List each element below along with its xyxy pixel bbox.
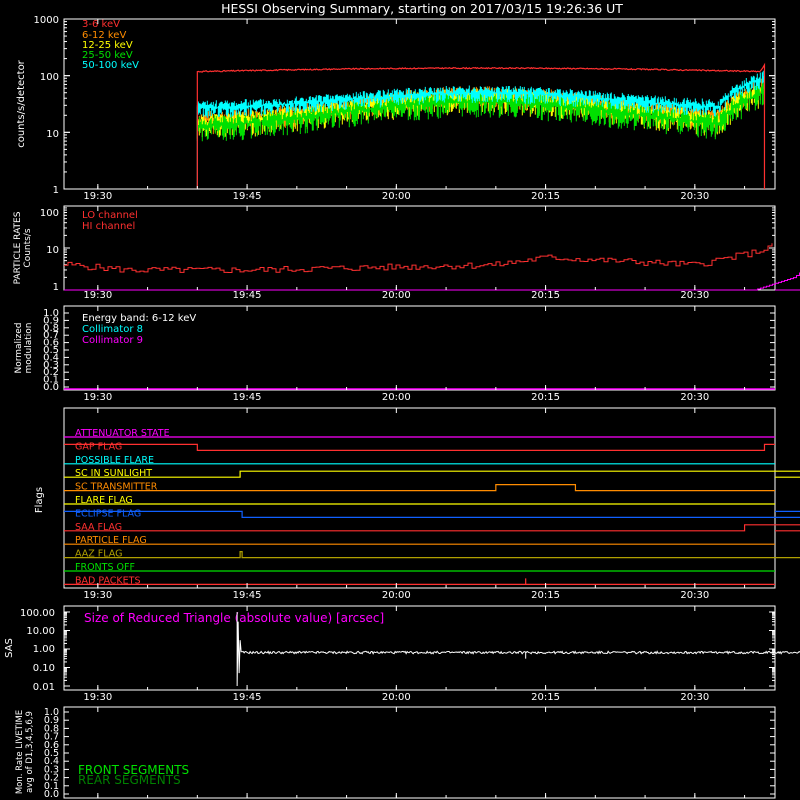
sas-ytick-10: 10.00 bbox=[26, 626, 55, 637]
time-tick-label: 19:30 bbox=[83, 392, 112, 403]
time-tick-label: 20:30 bbox=[680, 290, 709, 301]
particle-ytick-10: 10 bbox=[46, 245, 59, 256]
flag-label: SC IN SUNLIGHT bbox=[75, 468, 152, 479]
time-tick-label: 20:00 bbox=[382, 392, 411, 403]
time-tick-label: 19:30 bbox=[83, 191, 112, 202]
time-tick-label: 19:30 bbox=[83, 590, 112, 601]
modulation-ytick-label: 0.0 bbox=[43, 382, 59, 393]
counts-ytick-1000: 1000 bbox=[34, 15, 59, 26]
flag-label: SC TRANSMITTER bbox=[75, 482, 158, 493]
legend-collimator-9: Collimator 9 bbox=[82, 335, 143, 346]
livetime-ylabel-1: Mon. Rate LIVETIME bbox=[15, 710, 25, 794]
livetime-ylabel-2: avg of D1,3,4,5,6,9 bbox=[25, 711, 35, 793]
time-tick-label: 20:00 bbox=[382, 692, 411, 703]
flag-label: FRONTS OFF bbox=[75, 562, 135, 573]
particle-ytick-1: 1 bbox=[53, 282, 59, 293]
time-tick-label: 20:00 bbox=[382, 191, 411, 202]
counts-ytick-100: 100 bbox=[40, 72, 59, 83]
legend-hi-channel: HI channel bbox=[82, 221, 135, 232]
flag-label: AAZ FLAG bbox=[75, 549, 122, 560]
legend-rear-segments: REAR SEGMENTS bbox=[78, 773, 181, 787]
sas-ytick-1: 1.00 bbox=[33, 644, 55, 655]
legend-collimator-8: Collimator 8 bbox=[82, 324, 143, 335]
time-tick-label: 19:45 bbox=[233, 191, 262, 202]
chart-title: HESSI Observing Summary, starting on 201… bbox=[221, 1, 623, 16]
flag-label: POSSIBLE FLARE bbox=[75, 455, 154, 466]
time-tick-label: 20:30 bbox=[680, 692, 709, 703]
particle-ytick-100: 100 bbox=[40, 208, 59, 219]
time-tick-label: 20:15 bbox=[531, 290, 560, 301]
observing-summary-chart: HESSI Observing Summary, starting on 201… bbox=[0, 0, 800, 800]
time-tick-label: 20:15 bbox=[531, 692, 560, 703]
time-tick-label: 20:30 bbox=[680, 191, 709, 202]
flag-label: ECLIPSE FLAG bbox=[75, 508, 141, 519]
flag-label: PARTICLE FLAG bbox=[75, 535, 147, 546]
counts-ytick-1: 1 bbox=[53, 185, 59, 196]
time-tick-label: 19:45 bbox=[233, 692, 262, 703]
time-tick-label: 20:30 bbox=[680, 590, 709, 601]
sas-ylabel: SAS bbox=[4, 638, 15, 658]
counts-ylabel: counts/s/detector bbox=[16, 59, 27, 147]
time-tick-label: 20:15 bbox=[531, 191, 560, 202]
time-tick-label: 20:15 bbox=[531, 392, 560, 403]
particle-ylabel-1: PARTICLE RATES bbox=[13, 211, 23, 284]
legend-lo-channel: LO channel bbox=[82, 210, 138, 221]
particle-ylabel-2: Counts/s bbox=[23, 228, 33, 267]
flag-label: BAD PACKETS bbox=[75, 575, 141, 586]
flag-label: GAP FLAG bbox=[75, 441, 122, 452]
sas-annotation: Size of Reduced Triangle (absolute value… bbox=[84, 611, 384, 625]
flag-label: ATTENUATOR STATE bbox=[75, 428, 170, 439]
time-tick-label: 20:30 bbox=[680, 392, 709, 403]
flags-ylabel: Flags bbox=[34, 487, 45, 513]
livetime-ytick-label: 0.0 bbox=[44, 789, 59, 800]
legend-energy-band: Energy band: 6-12 keV bbox=[82, 313, 196, 324]
legend-50-100kev: 50-100 keV bbox=[82, 60, 139, 71]
modulation-ylabel-1: Normalized bbox=[14, 322, 24, 373]
time-tick-label: 20:00 bbox=[382, 290, 411, 301]
time-tick-label: 20:15 bbox=[531, 590, 560, 601]
time-tick-label: 19:45 bbox=[233, 290, 262, 301]
time-tick-label: 19:45 bbox=[233, 392, 262, 403]
time-tick-label: 19:30 bbox=[83, 692, 112, 703]
modulation-ylabel-2: modulation bbox=[24, 323, 34, 374]
time-tick-label: 19:45 bbox=[233, 590, 262, 601]
flag-label: SAA FLAG bbox=[75, 522, 122, 533]
time-tick-label: 19:30 bbox=[83, 290, 112, 301]
sas-ytick-100: 100.00 bbox=[20, 608, 55, 619]
sas-ytick-0.1: 0.10 bbox=[33, 663, 55, 674]
legend-3-6kev: 3-6 keV bbox=[82, 19, 120, 30]
counts-ytick-10: 10 bbox=[46, 129, 59, 140]
time-tick-label: 20:00 bbox=[382, 590, 411, 601]
sas-ytick-0.01: 0.01 bbox=[33, 682, 55, 693]
flag-label: FLARE FLAG bbox=[75, 495, 133, 506]
